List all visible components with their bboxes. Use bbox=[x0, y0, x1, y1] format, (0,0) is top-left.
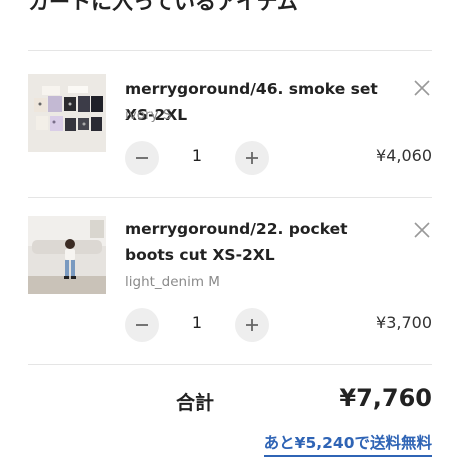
quantity-value: 1 bbox=[191, 146, 203, 165]
item-variant: light_denim M bbox=[125, 274, 220, 290]
increase-quantity-button[interactable] bbox=[235, 308, 269, 342]
decrease-quantity-button[interactable] bbox=[125, 308, 159, 342]
quantity-stepper: 1 ¥3,700 bbox=[125, 308, 432, 342]
product-image[interactable] bbox=[28, 74, 106, 152]
total-label: 合計 bbox=[176, 392, 215, 414]
item-name[interactable]: merrygoround/22. pocket boots cut XS-2XL bbox=[125, 216, 392, 268]
item-price: ¥4,060 bbox=[376, 146, 432, 165]
remove-item-icon[interactable] bbox=[412, 220, 432, 240]
divider bbox=[28, 364, 432, 365]
quantity-stepper: 1 ¥4,060 bbox=[125, 141, 432, 175]
quantity-value: 1 bbox=[191, 313, 203, 332]
divider bbox=[28, 197, 432, 198]
increase-quantity-button[interactable] bbox=[235, 141, 269, 175]
product-image[interactable] bbox=[28, 216, 106, 294]
cart-item: merrygoround/46. smoke set XS-2XL ivory … bbox=[28, 74, 432, 184]
cart-item: merrygoround/22. pocket boots cut XS-2XL… bbox=[28, 216, 432, 346]
item-variant: ivory S bbox=[125, 107, 172, 123]
total-value: ¥7,760 bbox=[339, 384, 432, 412]
decrease-quantity-button[interactable] bbox=[125, 141, 159, 175]
plus-icon bbox=[246, 319, 258, 331]
free-shipping-link[interactable]: あと¥5,240で送料無料 bbox=[263, 431, 432, 457]
remove-item-icon[interactable] bbox=[412, 78, 432, 98]
minus-icon bbox=[136, 324, 148, 326]
minus-icon bbox=[136, 157, 148, 159]
plus-icon bbox=[246, 152, 258, 164]
item-price: ¥3,700 bbox=[376, 313, 432, 332]
divider bbox=[28, 50, 432, 51]
cart-title: カートに入っているアイテム bbox=[28, 0, 298, 14]
